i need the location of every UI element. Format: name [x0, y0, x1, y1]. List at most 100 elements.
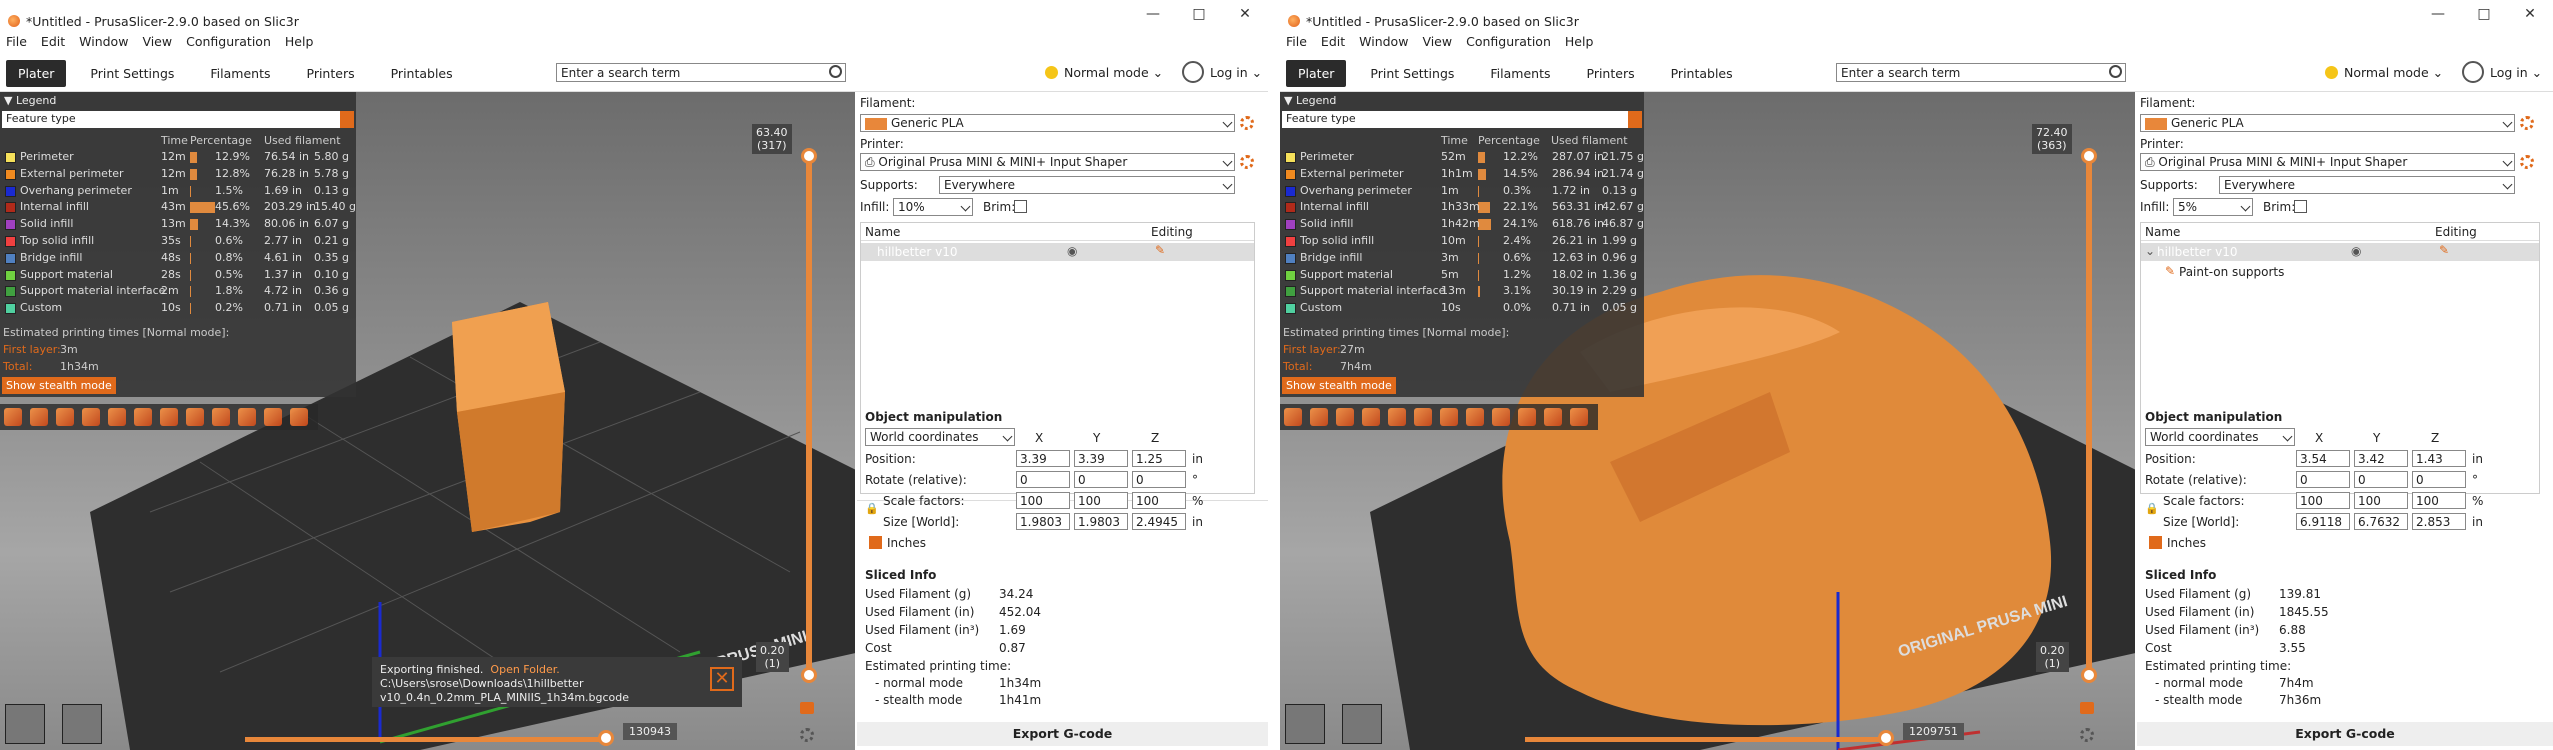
login-button[interactable]: Log in ⌄	[2462, 61, 2542, 83]
open-folder-link[interactable]: Open Folder.	[490, 663, 559, 676]
printer-settings-icon[interactable]	[1240, 155, 1254, 169]
search-icon[interactable]	[829, 65, 842, 78]
scale-x-input[interactable]: 100	[2296, 492, 2350, 509]
toolbar-icon-11[interactable]	[1544, 408, 1562, 426]
rotate-x-input[interactable]: 0	[1016, 471, 1070, 488]
infill-select[interactable]: 10%	[893, 198, 973, 216]
legend-row[interactable]: Support material interface 2m 1.8% 4.72 in 0…	[0, 283, 356, 299]
toolbar-icon-2[interactable]	[30, 408, 48, 426]
legend-row[interactable]: Support material 5m 1.2% 18.02 in 1.36 g	[1280, 267, 1644, 283]
legend-row[interactable]: Top solid infill 10m 2.4% 26.21 in 1.99 g	[1280, 233, 1644, 249]
scale-y-input[interactable]: 100	[2354, 492, 2408, 509]
menu-file[interactable]: File	[6, 34, 27, 54]
tab-printables[interactable]: Printables	[1659, 60, 1745, 87]
tab-printers[interactable]: Printers	[295, 60, 367, 87]
layer-slider[interactable]	[806, 156, 812, 672]
menu-edit[interactable]: Edit	[1321, 34, 1345, 54]
legend-header[interactable]: ▼ Legend	[1280, 92, 1644, 109]
position-z-input[interactable]: 1.43	[2412, 450, 2466, 467]
position-y-input[interactable]: 3.39	[1074, 450, 1128, 467]
toolbar-icon-4[interactable]	[82, 408, 100, 426]
maximize-button[interactable]: □	[2461, 6, 2507, 22]
tab-plater[interactable]: Plater	[6, 60, 67, 87]
tab-print-settings[interactable]: Print Settings	[1358, 60, 1466, 87]
toolbar-icon-10[interactable]	[1518, 408, 1536, 426]
brim-checkbox[interactable]	[1014, 200, 1027, 213]
size-z-input[interactable]: 2.4945	[1132, 513, 1186, 530]
legend-row[interactable]: Bridge infill 48s 0.8% 4.61 in 0.35 g	[0, 250, 356, 266]
rotate-z-input[interactable]: 0	[1132, 471, 1186, 488]
scale-z-input[interactable]: 100	[1132, 492, 1186, 509]
legend-row[interactable]: Solid infill 13m 14.3% 80.06 in 6.07 g	[0, 216, 356, 232]
lock-icon[interactable]	[800, 702, 814, 714]
coordinates-select[interactable]: World coordinates	[865, 428, 1015, 446]
lock-icon[interactable]	[2080, 702, 2094, 714]
toolbar-icon-12[interactable]	[290, 408, 308, 426]
legend-row[interactable]: Internal infill 43m 45.6% 203.29 in 15.40 g	[0, 199, 356, 215]
inches-checkbox[interactable]	[2149, 536, 2162, 549]
toolbar-icon-4[interactable]	[1362, 408, 1380, 426]
minimize-button[interactable]: —	[2415, 6, 2461, 22]
title-bar[interactable]: *Untitled - PrusaSlicer-2.9.0 based on S…	[0, 8, 1268, 34]
scale-y-input[interactable]: 100	[1074, 492, 1128, 509]
layer-slider-top-knob[interactable]	[801, 148, 817, 164]
menu-help[interactable]: Help	[285, 34, 314, 54]
legend-row[interactable]: Custom 10s 0.0% 0.71 in 0.05 g	[1280, 300, 1644, 316]
legend-row[interactable]: Support material interface 13m 3.1% 30.19 i…	[1280, 283, 1644, 299]
scale-x-input[interactable]: 100	[1016, 492, 1070, 509]
toolbar-icon-12[interactable]	[1570, 408, 1588, 426]
legend-row[interactable]: Overhang perimeter 1m 0.3% 1.72 in 0.13 g	[1280, 183, 1644, 199]
legend-row[interactable]: Overhang perimeter 1m 1.5% 1.69 in 0.13 g	[0, 183, 356, 199]
layer-slider-bottom-knob[interactable]	[2081, 667, 2097, 683]
legend-row[interactable]: Perimeter 52m 12.2% 287.07 in 21.75 g	[1280, 149, 1644, 165]
menu-window[interactable]: Window	[79, 34, 128, 54]
object-row[interactable]: ⌄ hillbetter v10 ◉ ✎	[2141, 243, 2539, 261]
export-gcode-button[interactable]: Export G-code	[857, 722, 1268, 746]
legend-row[interactable]: External perimeter 12m 12.8% 76.28 in 5.78 g	[0, 166, 356, 182]
position-x-input[interactable]: 3.39	[1016, 450, 1070, 467]
legend-header[interactable]: ▼ Legend	[0, 92, 356, 109]
coordinates-select[interactable]: World coordinates	[2145, 428, 2295, 446]
toolbar-icon-8[interactable]	[186, 408, 204, 426]
infill-select[interactable]: 5%	[2173, 198, 2253, 216]
toolbar-icon-7[interactable]	[1440, 408, 1458, 426]
search-input[interactable]: Enter a search term	[1836, 63, 2126, 82]
layer-slider[interactable]	[2086, 156, 2092, 672]
menu-help[interactable]: Help	[1565, 34, 1594, 54]
search-icon[interactable]	[2109, 65, 2122, 78]
layer-slider-bottom-knob[interactable]	[801, 667, 817, 683]
filament-settings-icon[interactable]	[2520, 116, 2534, 130]
tab-print-settings[interactable]: Print Settings	[78, 60, 186, 87]
preview-view-button[interactable]	[62, 704, 102, 744]
preview-view-button[interactable]	[1342, 704, 1382, 744]
legend-row[interactable]: Custom 10s 0.2% 0.71 in 0.05 g	[0, 300, 356, 316]
size-z-input[interactable]: 2.853	[2412, 513, 2466, 530]
supports-select[interactable]: Everywhere	[2219, 176, 2515, 194]
moves-slider-knob[interactable]	[598, 730, 614, 746]
eye-icon[interactable]: ◉	[2351, 244, 2361, 258]
legend-row[interactable]: Top solid infill 35s 0.6% 2.77 in 0.21 g	[0, 233, 356, 249]
rotate-y-input[interactable]: 0	[1074, 471, 1128, 488]
size-x-input[interactable]: 1.9803	[1016, 513, 1070, 530]
3d-view-button[interactable]	[1285, 704, 1325, 744]
edit-icon[interactable]: ✎	[2439, 243, 2449, 257]
moves-slider[interactable]	[1525, 737, 1885, 742]
printer-settings-icon[interactable]	[2520, 155, 2534, 169]
filament-select[interactable]: Generic PLA	[860, 114, 1235, 132]
show-stealth-mode-button[interactable]: Show stealth mode	[1282, 377, 1396, 394]
object-row[interactable]: hillbetter v10 ◉ ✎	[861, 243, 1254, 261]
3d-viewport[interactable]: ORIGINAL PRUSA MINI ▼ Legend Feature typ…	[1280, 92, 2135, 750]
tab-filaments[interactable]: Filaments	[198, 60, 282, 87]
supports-select[interactable]: Everywhere	[939, 176, 1235, 194]
3d-view-button[interactable]	[5, 704, 45, 744]
close-button[interactable]: ✕	[1222, 6, 1268, 22]
tab-filaments[interactable]: Filaments	[1478, 60, 1562, 87]
toolbar-icon-6[interactable]	[1414, 408, 1432, 426]
tab-plater[interactable]: Plater	[1286, 60, 1347, 87]
feature-type-select[interactable]: Feature type	[2, 111, 354, 128]
edit-icon[interactable]: ✎	[1155, 243, 1165, 257]
settings-gear-icon[interactable]	[800, 728, 814, 742]
printer-select[interactable]: ⎙ Original Prusa MINI & MINI+ Input Shap…	[2140, 153, 2515, 171]
toolbar-icon-5[interactable]	[108, 408, 126, 426]
position-x-input[interactable]: 3.54	[2296, 450, 2350, 467]
